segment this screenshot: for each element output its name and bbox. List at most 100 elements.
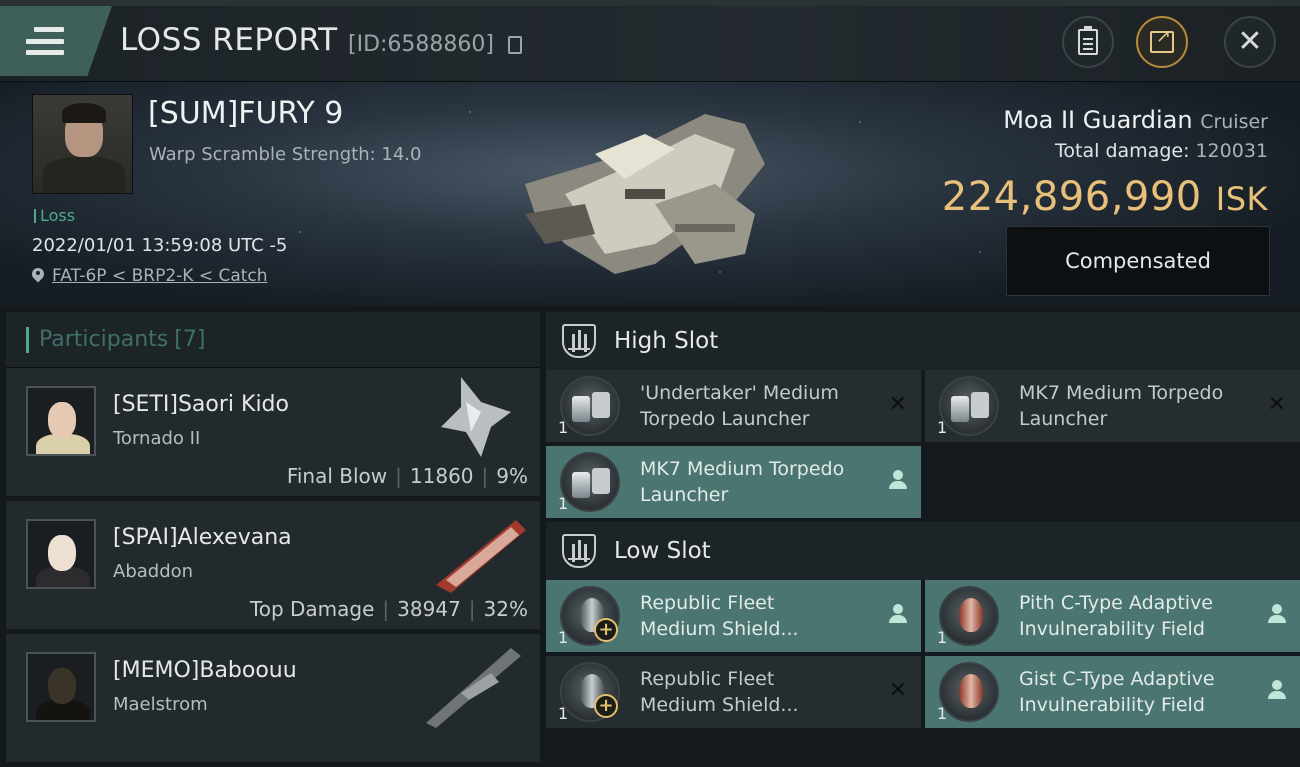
participant-avatar [26,652,96,722]
participant-ship-image [436,520,526,593]
module-quantity: 1 [558,704,569,723]
participants-count: [7] [174,327,206,352]
high-slot-items: 1 'Undertaker' Medium Torpedo Launcher ✕ … [546,370,1300,522]
module-item[interactable]: + 1 Republic Fleet Medium Shield... [546,580,921,652]
participant-ship: Abaddon [113,561,194,582]
isk-unit: ISK [1215,180,1268,218]
participant-avatar [26,386,96,456]
low-slot-icon [562,534,596,568]
module-quantity: 1 [937,418,948,437]
clipboard-button[interactable] [1062,16,1114,68]
high-slot-header: High Slot [546,312,1300,370]
participant-damage: 38947 [397,597,461,621]
page-title: LOSS REPORT [120,22,338,58]
participant-name: [SPAI]Alexevana [113,525,292,550]
invulnerability-field-icon [939,662,999,722]
low-slot-header: Low Slot [546,522,1300,580]
dropped-pilot-icon [889,470,907,490]
module-name: MK7 Medium Torpedo Launcher [640,458,845,506]
module-quantity: 1 [937,704,948,723]
module-name: Gist C-Type Adaptive Invulnerability Fiel… [1019,668,1215,716]
close-button[interactable]: ✕ [1224,16,1276,68]
total-damage: Total damage: 120031 [1055,140,1268,162]
participant-role: Final Blow [286,464,388,488]
module-name: Republic Fleet Medium Shield... [640,668,799,716]
module-item[interactable]: 1 MK7 Medium Torpedo Launcher [546,446,921,518]
participants-panel: Participants [7] [SETI]Saori Kido Tornad… [6,312,540,767]
isk-amount: 224,896,990 [941,174,1202,220]
clipboard-icon [1078,26,1098,55]
participant-percent: 32% [483,597,528,621]
share-button[interactable] [1136,16,1188,68]
fitting-panel: High Slot 1 'Undertaker' Medium Torpedo L… [546,312,1300,750]
torpedo-launcher-icon [560,452,620,512]
loss-tag: Loss [34,206,75,225]
module-item[interactable]: 1 Pith C-Type Adaptive Invulnerability Fi… [925,580,1300,652]
module-item[interactable]: 1 MK7 Medium Torpedo Launcher ✕ [925,370,1300,442]
participants-header: Participants [7] [6,312,540,368]
victim-ship: Moa II Guardian Cruiser [1003,106,1268,134]
top-bar: LOSS REPORT [ID:6588860] ✕ [0,0,1300,82]
ship-class: Cruiser [1200,111,1268,133]
high-slot-label: High Slot [614,328,719,354]
low-slot-items: + 1 Republic Fleet Medium Shield... 1 Pit… [546,580,1300,732]
kill-location[interactable]: FAT-6P < BRP2-K < Catch [32,266,268,286]
hamburger-icon [26,27,64,55]
module-name: Republic Fleet Medium Shield... [640,592,799,640]
share-icon [1150,26,1174,53]
empty-slot [925,446,1300,518]
invulnerability-field-icon [939,586,999,646]
isk-value: 224,896,990 ISK [942,174,1268,220]
module-name: MK7 Medium Torpedo Launcher [1019,382,1224,430]
participant-percent: 9% [496,464,528,488]
participant-ship-image [426,648,521,728]
victim-ship-image [525,114,765,274]
module-name: 'Undertaker' Medium Torpedo Launcher [640,382,839,430]
copy-icon[interactable] [508,36,522,54]
participant-damage: 11860 [409,464,474,488]
participant-name: [MEMO]Baboouu [113,658,297,683]
menu-button[interactable] [0,6,112,76]
destroyed-icon: ✕ [888,678,907,703]
participant-stats: Top Damage | 38947 | 32% [249,597,528,621]
module-quantity: 1 [558,628,569,647]
dropped-pilot-icon [1268,680,1286,700]
participant-row[interactable]: [SETI]Saori Kido Tornado II Final Blow | 1… [6,368,540,501]
torpedo-launcher-icon [939,376,999,436]
plus-badge-icon: + [594,694,618,718]
module-item[interactable]: 1 Gist C-Type Adaptive Invulnerability Fi… [925,656,1300,728]
participant-row[interactable]: [MEMO]Baboouu Maelstrom [6,634,540,767]
high-slot-icon [562,324,596,358]
participant-role: Top Damage [249,597,375,621]
module-name: Pith C-Type Adaptive Invulnerability Fiel… [1019,592,1213,640]
module-item[interactable]: 1 'Undertaker' Medium Torpedo Launcher ✕ [546,370,921,442]
ship-name[interactable]: Moa II Guardian [1003,106,1192,134]
participant-row[interactable]: [SPAI]Alexevana Abaddon Top Damage | 38947… [6,501,540,634]
destroyed-icon: ✕ [1267,392,1286,417]
victim-portrait[interactable] [32,94,133,194]
kill-datetime: 2022/01/01 13:59:08 UTC -5 [32,235,288,256]
participant-ship: Maelstrom [113,694,208,715]
low-slot-label: Low Slot [614,538,711,564]
victim-panel: [SUM]FURY 9 Warp Scramble Strength: 14.0… [0,82,1300,306]
warp-scramble-strength: Warp Scramble Strength: 14.0 [149,144,422,165]
participant-name: [SETI]Saori Kido [113,392,289,417]
destroyed-icon: ✕ [888,392,907,417]
location-pin-icon [32,268,44,284]
report-id: [ID:6588860] [348,32,494,57]
compensated-button[interactable]: Compensated [1006,226,1270,296]
dropped-pilot-icon [1268,604,1286,624]
participants-label: Participants [39,327,169,352]
module-item[interactable]: + 1 Republic Fleet Medium Shield... ✕ [546,656,921,728]
plus-badge-icon: + [594,618,618,642]
total-damage-value: 120031 [1195,140,1268,162]
module-quantity: 1 [558,418,569,437]
torpedo-launcher-icon [560,376,620,436]
module-quantity: 1 [937,628,948,647]
location-link[interactable]: FAT-6P < BRP2-K < Catch [52,266,268,286]
participant-ship-image [441,377,511,457]
module-quantity: 1 [558,494,569,513]
victim-name[interactable]: [SUM]FURY 9 [148,96,343,131]
participant-stats: Final Blow | 11860 | 9% [286,464,528,488]
close-icon: ✕ [1237,24,1263,59]
